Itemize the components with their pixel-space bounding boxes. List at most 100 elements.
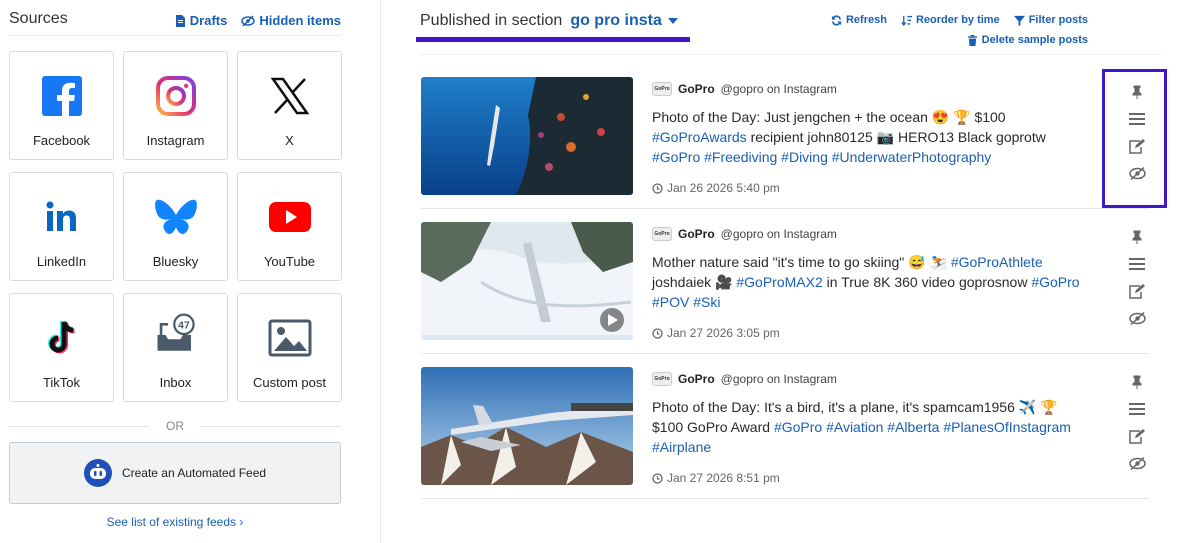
facebook-icon (40, 74, 84, 118)
youtube-icon (268, 195, 312, 239)
actions-highlight-box (1102, 69, 1167, 208)
reorder-label: Reorder by time (915, 14, 1000, 26)
post-thumbnail[interactable] (421, 367, 633, 485)
document-icon (175, 14, 185, 27)
or-label: OR (166, 419, 184, 433)
robot-icon (83, 459, 112, 487)
source-tile-youtube[interactable]: YouTube (237, 172, 342, 281)
tile-label: Custom post (253, 375, 326, 390)
section-prefix: Published in section (420, 12, 563, 29)
post-meta: GoPro GoPro @gopro on Instagram (652, 227, 837, 241)
menu-icon[interactable] (1128, 255, 1146, 273)
delete-samples-label: Delete sample posts (981, 34, 1088, 46)
sources-title: Sources (9, 10, 68, 27)
tile-label: Instagram (146, 133, 205, 148)
hide-eye-icon[interactable] (1128, 454, 1146, 472)
drafts-label: Drafts (189, 13, 228, 28)
drafts-link[interactable]: Drafts (174, 13, 228, 28)
source-tile-linkedin[interactable]: LinkedIn (9, 172, 114, 281)
post-handle: @gopro on Instagram (720, 227, 837, 241)
chevron-down-icon (667, 18, 678, 24)
source-tile-facebook[interactable]: Facebook (9, 51, 114, 160)
source-grid: Facebook Instagram X LinkedIn Bluesky Yo… (9, 51, 342, 402)
post-text-part: joshdaiek 🎥 (652, 274, 737, 290)
post-hashtag[interactable]: #GoProMAX2 (736, 274, 822, 290)
tile-label: X (285, 133, 294, 148)
tile-label: Inbox (159, 375, 192, 390)
pin-icon[interactable] (1128, 373, 1146, 391)
avatar: GoPro (652, 372, 672, 386)
post-hashtag[interactable]: #GoProAthlete (951, 254, 1043, 270)
filter-posts-button[interactable]: Filter posts (1013, 14, 1088, 26)
post-text-part: in True 8K 360 video goprosnow (822, 274, 1032, 290)
inbox-icon: 47 (154, 313, 198, 360)
menu-icon[interactable] (1128, 400, 1146, 418)
see-existing-feeds-link[interactable]: See list of existing feeds › (0, 515, 350, 529)
refresh-button[interactable]: Refresh (831, 14, 887, 26)
create-automated-feed-button[interactable]: Create an Automated Feed (9, 442, 341, 504)
reorder-button[interactable]: Reorder by time (901, 14, 1000, 26)
post-author: GoPro (678, 227, 715, 241)
post-handle: @gopro on Instagram (720, 372, 837, 386)
post-toolbar-secondary: Delete sample posts (967, 34, 1088, 46)
pin-icon[interactable] (1128, 228, 1146, 246)
post-card: GoPro GoPro @gopro on Instagram Photo of… (421, 77, 1149, 209)
edit-icon[interactable] (1128, 427, 1146, 445)
post-hashtag[interactable]: #GoProAwards (652, 129, 747, 145)
post-date: Jan 26 2026 5:40 pm (652, 181, 780, 195)
source-tile-instagram[interactable]: Instagram (123, 51, 228, 160)
post-date: Jan 27 2026 3:05 pm (652, 326, 780, 340)
clock-icon (652, 182, 663, 194)
source-tile-x[interactable]: X (237, 51, 342, 160)
post-handle: @gopro on Instagram (720, 82, 837, 96)
source-tile-custom-post[interactable]: Custom post (237, 293, 342, 402)
post-text: Photo of the Day: It's a bird, it's a pl… (652, 397, 1092, 457)
image-icon (268, 316, 312, 360)
avatar: GoPro (652, 227, 672, 241)
instagram-icon (154, 74, 198, 118)
post-card: GoPro GoPro @gopro on Instagram Mother n… (421, 222, 1149, 354)
section-name: go pro insta (570, 12, 662, 29)
post-text-part: Mother nature said "it's time to go skii… (652, 254, 951, 270)
filter-icon (1013, 15, 1025, 26)
source-tile-inbox[interactable]: 47 Inbox (123, 293, 228, 402)
hidden-items-label: Hidden items (259, 13, 341, 28)
eye-slash-icon (241, 14, 256, 27)
edit-icon[interactable] (1128, 282, 1146, 300)
delete-sample-posts-button[interactable]: Delete sample posts (967, 34, 1088, 46)
x-icon (268, 74, 312, 118)
automated-feed-label: Create an Automated Feed (121, 466, 267, 480)
post-hashtags[interactable]: #GoPro #Freediving #Diving #UnderwaterPh… (652, 149, 991, 165)
bluesky-icon (154, 195, 198, 239)
avatar: GoPro (652, 82, 672, 96)
post-text-part: Photo of the Day: Just jengchen + the oc… (652, 109, 1006, 125)
linkedin-icon (40, 195, 84, 239)
refresh-icon (831, 15, 842, 25)
post-date-text: Jan 27 2026 8:51 pm (667, 471, 780, 485)
hide-eye-icon[interactable] (1128, 309, 1146, 327)
tile-label: YouTube (263, 254, 316, 269)
post-toolbar: Refresh Reorder by time Filter posts (831, 14, 1088, 26)
post-thumbnail[interactable] (421, 77, 633, 195)
post-date: Jan 27 2026 8:51 pm (652, 471, 780, 485)
clock-icon (652, 327, 663, 339)
source-tile-tiktok[interactable]: TikTok (9, 293, 114, 402)
source-tile-bluesky[interactable]: Bluesky (123, 172, 228, 281)
or-divider: OR (9, 418, 341, 434)
sources-header: Sources Drafts Hidden items (9, 10, 341, 36)
post-text-part: recipient john80125 📷 HERO13 Black gopro… (746, 129, 1046, 145)
post-text: Photo of the Day: Just jengchen + the oc… (652, 107, 1092, 167)
filter-label: Filter posts (1028, 14, 1088, 26)
post-thumbnail[interactable] (421, 222, 633, 340)
section-dropdown[interactable]: go pro insta (570, 12, 678, 30)
post-meta: GoPro GoPro @gopro on Instagram (652, 82, 837, 96)
hidden-items-link[interactable]: Hidden items (241, 13, 341, 28)
post-author: GoPro (678, 372, 715, 386)
post-actions (1127, 373, 1147, 472)
tile-label: LinkedIn (36, 254, 87, 269)
inbox-badge-count: 47 (178, 319, 190, 331)
post-date-text: Jan 26 2026 5:40 pm (667, 181, 780, 195)
tile-label: TikTok (42, 375, 81, 390)
tiktok-icon (40, 316, 84, 360)
post-date-text: Jan 27 2026 3:05 pm (667, 326, 780, 340)
